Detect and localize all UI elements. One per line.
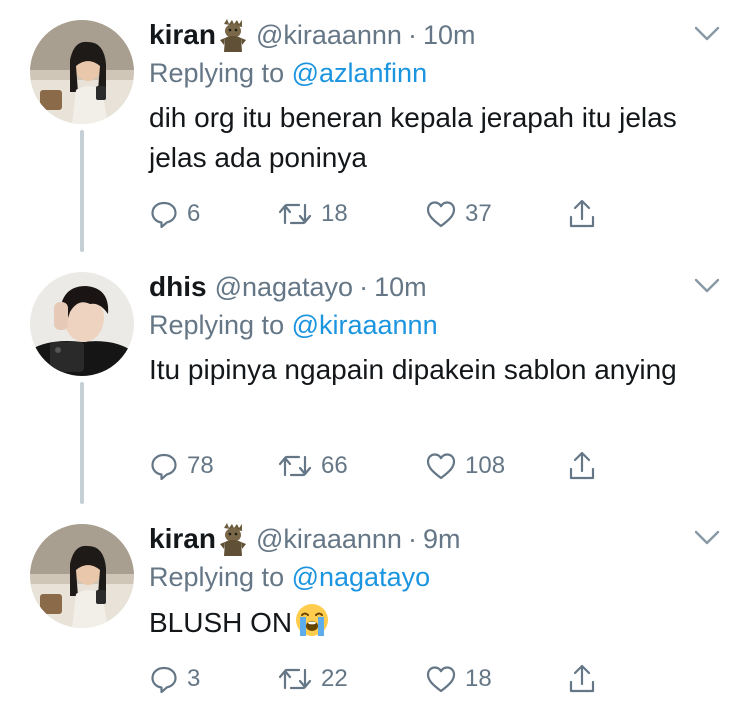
tweet[interactable]: kiran @kiraaannn · 9m Replying to @nagat… xyxy=(0,504,749,711)
loudly-crying-face-icon xyxy=(294,602,330,638)
thread-line xyxy=(80,130,84,252)
handle-link[interactable]: @kiraaannn xyxy=(256,524,402,555)
action-bar: 6 18 37 xyxy=(149,194,629,234)
thread-line xyxy=(80,382,84,504)
replying-to-label: Replying to xyxy=(149,562,292,592)
heart-icon xyxy=(425,199,457,229)
tweet-text: BLUSH ON xyxy=(149,607,293,638)
replying-to-line: Replying to @nagatayo xyxy=(149,558,729,596)
retweet-icon xyxy=(277,199,313,229)
heart-icon xyxy=(425,664,457,694)
retweet-count: 66 xyxy=(321,452,348,479)
reply-count: 78 xyxy=(187,452,214,479)
heart-icon xyxy=(425,451,457,481)
tweet[interactable]: dhis @nagatayo · 10m Replying to @kiraaa… xyxy=(0,252,749,504)
tweet-text: Itu pipinya ngapain dipakein sablon anyi… xyxy=(149,354,677,385)
chevron-down-icon[interactable] xyxy=(693,276,721,296)
share-button[interactable] xyxy=(567,194,597,234)
share-button[interactable] xyxy=(567,446,597,486)
like-count: 108 xyxy=(465,452,506,479)
replying-to-label: Replying to xyxy=(149,310,292,340)
reply-count: 3 xyxy=(187,665,201,692)
handle-link[interactable]: @kiraaannn xyxy=(256,20,402,51)
like-count: 37 xyxy=(465,200,492,227)
tweet-text-container: BLUSH ON xyxy=(149,602,709,643)
tweet-text: dih org itu beneran kepala jerapah itu j… xyxy=(149,102,677,173)
replying-to-link[interactable]: @azlanfinn xyxy=(292,58,428,88)
reply-button[interactable]: 6 xyxy=(149,194,200,234)
tweet-content: dhis @nagatayo · 10m Replying to @kiraaa… xyxy=(149,268,729,390)
reply-button[interactable]: 78 xyxy=(149,446,214,486)
share-icon xyxy=(567,663,597,695)
separator-dot: · xyxy=(407,19,417,50)
avatar[interactable] xyxy=(30,272,134,376)
tweet-header: kiran @kiraaannn · 9m xyxy=(149,520,729,558)
avatar[interactable] xyxy=(30,20,134,124)
retweet-button[interactable]: 18 xyxy=(277,194,348,234)
tweet-header: dhis @nagatayo · 10m xyxy=(149,268,729,306)
share-icon xyxy=(567,198,597,230)
retweet-button[interactable]: 66 xyxy=(277,446,348,486)
like-button[interactable]: 108 xyxy=(425,446,505,486)
tweet-content: kiran @kiraaannn · 9m Replying to @nagat… xyxy=(149,520,729,643)
reply-count: 6 xyxy=(187,200,201,227)
chevron-down-icon[interactable] xyxy=(693,528,721,548)
chevron-down-icon[interactable] xyxy=(693,24,721,44)
like-button[interactable]: 37 xyxy=(425,194,492,234)
tweet-header: kiran @kiraaannn · 10m xyxy=(149,16,729,54)
reply-button[interactable]: 3 xyxy=(149,659,200,699)
reply-icon xyxy=(149,664,179,694)
tweet-content: kiran @kiraaannn · 10m Replying to @azla… xyxy=(149,16,729,178)
reply-icon xyxy=(149,199,179,229)
like-count: 18 xyxy=(465,665,492,692)
retweet-icon xyxy=(277,664,313,694)
tweet-thread: kiran @kiraaannn · 10m Replying to @azla… xyxy=(0,0,749,711)
display-name[interactable]: kiran xyxy=(149,523,216,555)
retweet-count: 18 xyxy=(321,200,348,227)
separator-dot: · xyxy=(359,271,369,302)
replying-to-link[interactable]: @kiraaannn xyxy=(292,310,438,340)
share-icon xyxy=(567,450,597,482)
action-bar: 3 22 18 xyxy=(149,659,629,699)
retweet-button[interactable]: 22 xyxy=(277,659,348,699)
action-bar: 78 66 108 xyxy=(149,446,629,486)
retweet-count: 22 xyxy=(321,665,348,692)
replying-to-link[interactable]: @nagatayo xyxy=(292,562,431,592)
like-button[interactable]: 18 xyxy=(425,659,492,699)
replying-to-line: Replying to @kiraaannn xyxy=(149,306,729,344)
reply-icon xyxy=(149,451,179,481)
timestamp[interactable]: 9m xyxy=(423,524,461,555)
share-button[interactable] xyxy=(567,659,597,699)
timestamp[interactable]: 10m xyxy=(374,272,427,303)
tweet[interactable]: kiran @kiraaannn · 10m Replying to @azla… xyxy=(0,0,749,252)
display-name[interactable]: dhis xyxy=(149,271,207,303)
timestamp[interactable]: 10m xyxy=(423,20,476,51)
separator-dot: · xyxy=(407,523,417,554)
replying-to-line: Replying to @azlanfinn xyxy=(149,54,729,92)
display-name[interactable]: kiran xyxy=(149,19,216,51)
avatar[interactable] xyxy=(30,524,134,628)
replying-to-label: Replying to xyxy=(149,58,292,88)
handle-link[interactable]: @nagatayo xyxy=(215,272,354,303)
groot-emoji-icon xyxy=(218,522,248,556)
groot-emoji-icon xyxy=(218,18,248,52)
retweet-icon xyxy=(277,451,313,481)
